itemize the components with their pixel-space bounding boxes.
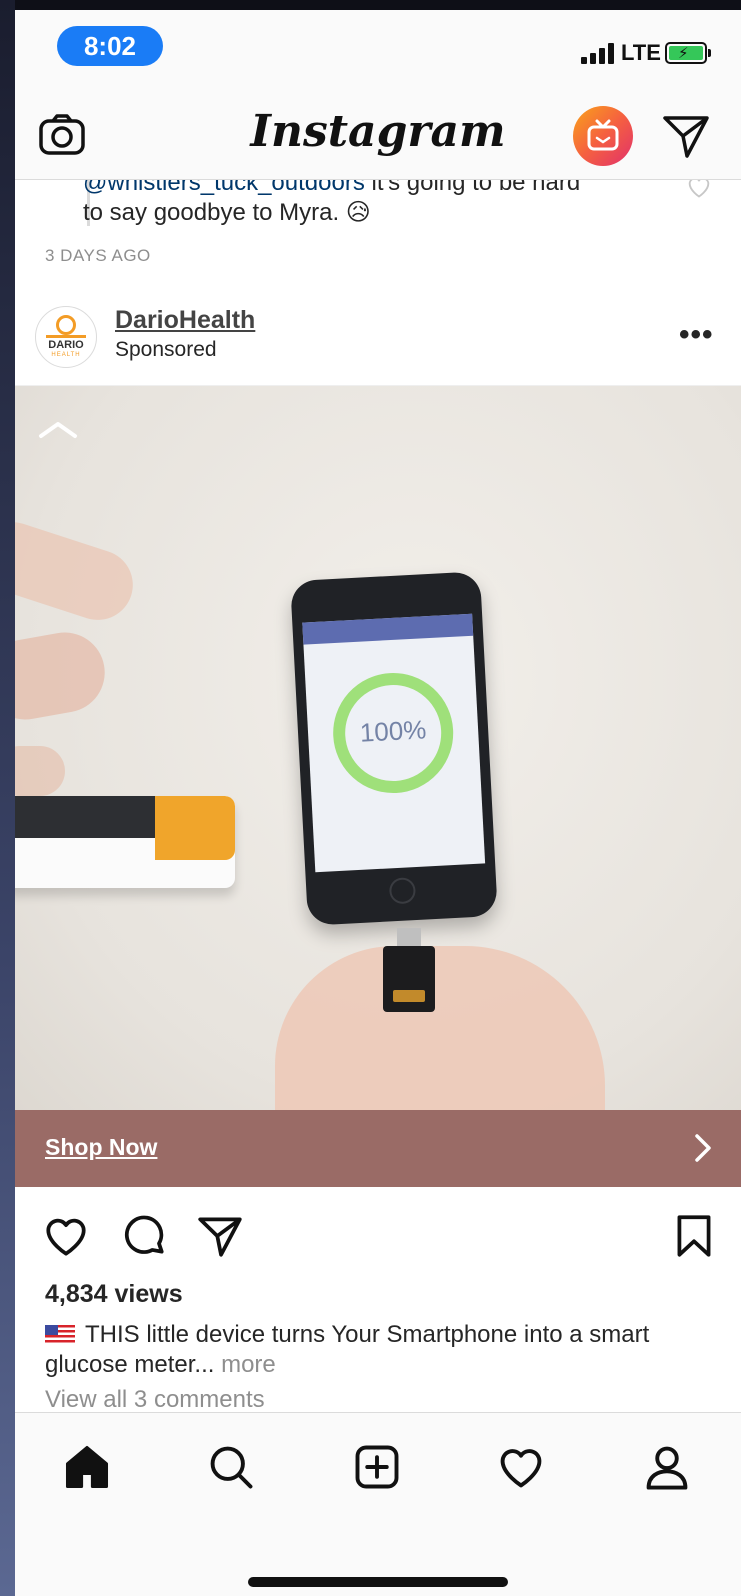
- smartphone-image: 100%: [290, 571, 498, 926]
- device-left-edge: [0, 0, 15, 1596]
- sponsored-label: Sponsored: [115, 338, 217, 361]
- new-post-icon[interactable]: [351, 1441, 403, 1493]
- shop-now-banner[interactable]: Shop Now: [15, 1110, 741, 1187]
- device-top-edge: [0, 0, 741, 10]
- post-caption: THIS little device turns Your Smartphone…: [45, 1320, 715, 1380]
- battery-icon: ⚡: [665, 42, 707, 64]
- hand-shape: [275, 946, 605, 1110]
- caption-text: THIS little device turns Your Smartphone…: [45, 1321, 650, 1378]
- post-username[interactable]: DarioHealth: [115, 306, 255, 335]
- share-icon[interactable]: [195, 1211, 245, 1261]
- status-time[interactable]: 8:02: [57, 26, 163, 66]
- previous-post-timestamp: 3 DAYS AGO: [45, 246, 151, 265]
- phone-screen-percent: 100%: [359, 714, 428, 748]
- like-icon[interactable]: [41, 1211, 91, 1261]
- signal-strength-icon: [581, 42, 617, 64]
- avatar[interactable]: DARIO HEALTH: [35, 306, 97, 368]
- avatar-brand-subtext: HEALTH: [51, 352, 81, 358]
- view-all-comments-link[interactable]: View all 3 comments: [45, 1386, 265, 1412]
- hand-shape: [15, 512, 142, 630]
- view-comments-clip: View all 3 comments: [15, 1376, 741, 1412]
- activity-icon[interactable]: [495, 1441, 547, 1493]
- status-bar: 8:02 LTE ⚡: [15, 10, 741, 90]
- post-header: DARIO HEALTH DarioHealth Sponsored •••: [15, 286, 741, 386]
- post-media[interactable]: 100%: [15, 386, 741, 1110]
- us-flag-icon: [45, 1325, 75, 1343]
- hand-shape: [15, 746, 65, 796]
- hand-shape: [15, 626, 112, 726]
- top-navigation: Instagram: [15, 90, 741, 180]
- home-indicator[interactable]: [248, 1577, 508, 1587]
- battery-nub: [708, 49, 711, 57]
- caption-more-link[interactable]: more: [214, 1351, 276, 1378]
- shop-now-label[interactable]: Shop Now: [45, 1134, 157, 1161]
- glucose-meter-device: [15, 796, 235, 888]
- network-type: LTE: [621, 40, 661, 65]
- more-options-icon[interactable]: •••: [679, 318, 714, 352]
- phone-screen: 8:02 LTE ⚡ @whistlers_tuck_outdoors it's…: [15, 10, 741, 1596]
- bookmark-icon[interactable]: [669, 1211, 719, 1261]
- dario-dongle: [383, 928, 435, 1012]
- phone-home-button: [388, 877, 417, 905]
- view-count[interactable]: 4,834 views: [45, 1280, 183, 1309]
- comment-icon[interactable]: [119, 1211, 169, 1261]
- dario-logo-ring: [56, 315, 76, 335]
- post-actions: [15, 1187, 741, 1279]
- comment-text-line2: to say goodbye to Myra. 😥: [83, 199, 371, 226]
- dario-logo-line: [46, 335, 86, 338]
- home-icon[interactable]: [61, 1441, 113, 1493]
- chevron-up-icon[interactable]: [37, 414, 79, 444]
- chevron-right-icon[interactable]: [691, 1132, 715, 1164]
- direct-message-icon[interactable]: [661, 112, 711, 160]
- camera-icon[interactable]: [37, 110, 87, 160]
- igtv-icon[interactable]: [573, 106, 633, 166]
- search-icon[interactable]: [205, 1441, 257, 1493]
- avatar-brand-text: DARIO: [48, 339, 84, 351]
- profile-icon[interactable]: [641, 1441, 693, 1493]
- bottom-navigation: [15, 1412, 741, 1596]
